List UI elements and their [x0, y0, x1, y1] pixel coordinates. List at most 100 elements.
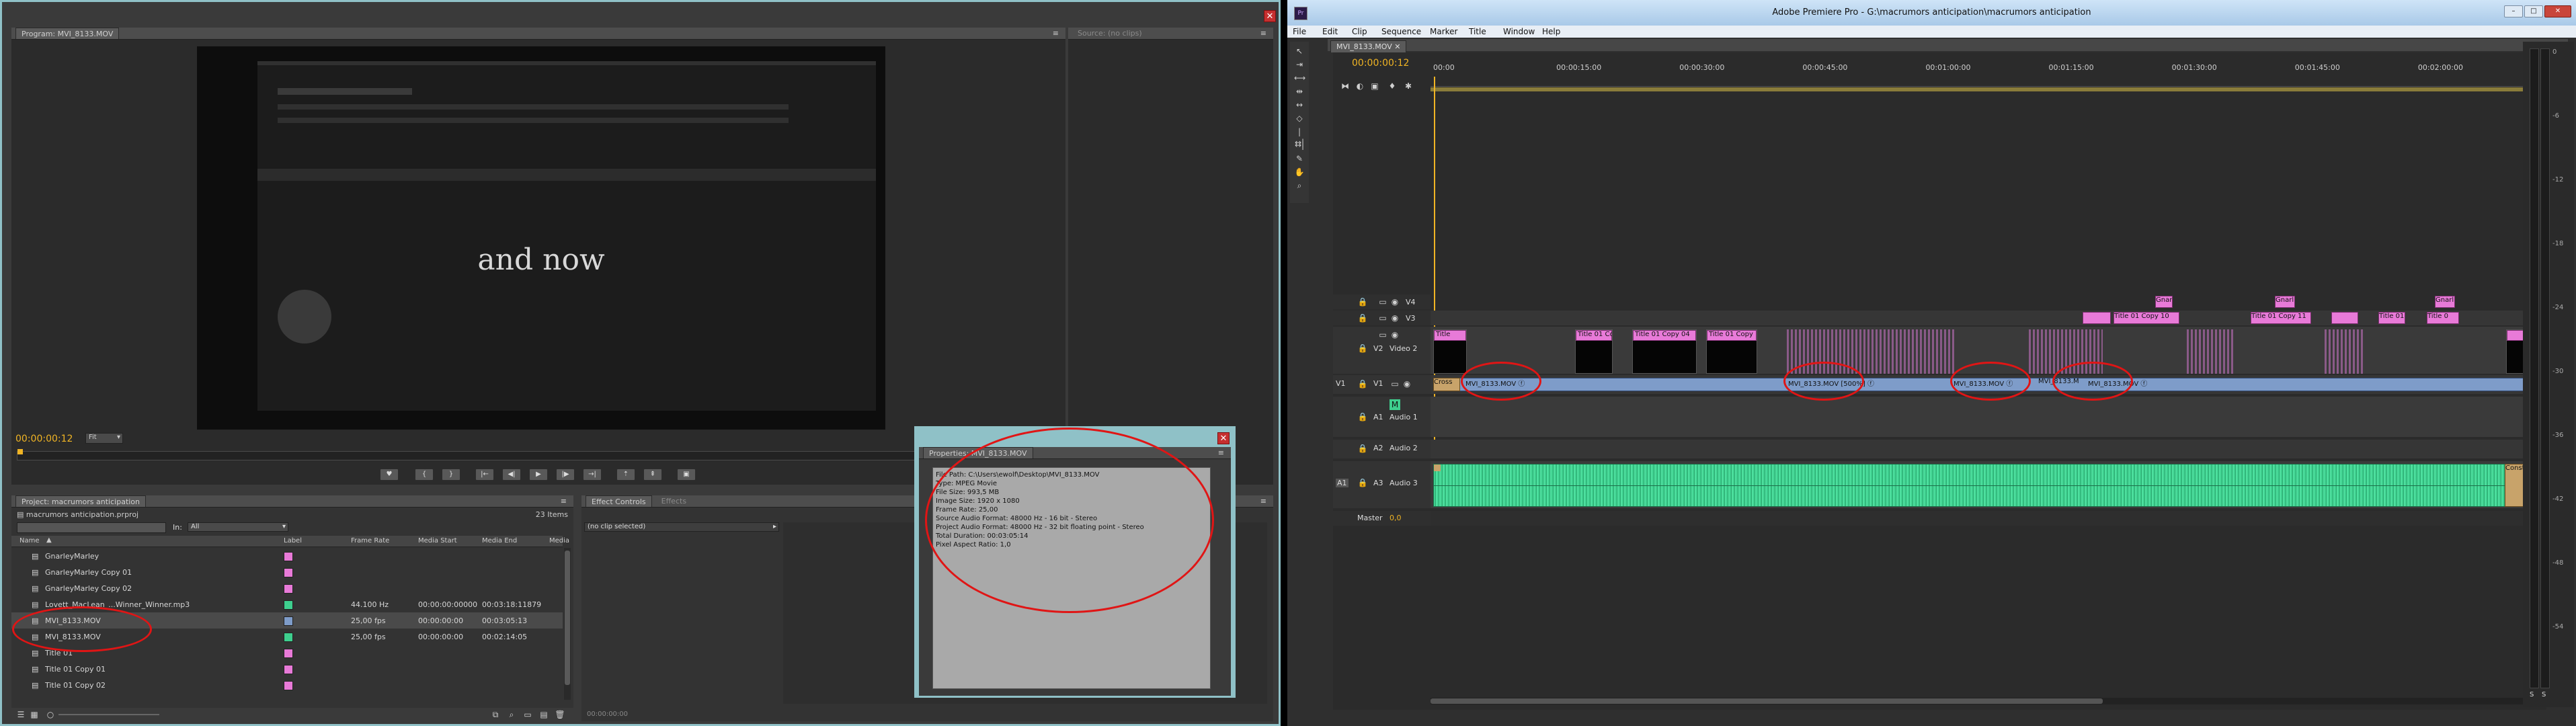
maximize-button[interactable]: □ — [2524, 5, 2543, 17]
play-button[interactable]: ▶ — [529, 469, 548, 481]
zoom-slider[interactable] — [58, 714, 159, 715]
project-row[interactable]: ▤ GnarleyMarley — [11, 548, 563, 564]
menu-item-file[interactable]: File — [1293, 27, 1306, 36]
find-icon[interactable]: ⌕ — [506, 709, 517, 720]
label-swatch[interactable] — [284, 649, 293, 658]
clip-v2-cluster-3[interactable] — [2187, 329, 2234, 374]
automate-icon[interactable]: ⧉ — [490, 709, 501, 720]
add-marker-icon[interactable]: ▣ — [1369, 81, 1380, 91]
clip-v3-title-copy11[interactable]: Title 01 Copy 11 — [2251, 312, 2311, 324]
col-frame-rate[interactable]: Frame Rate — [351, 537, 389, 544]
panel-menu-icon[interactable]: ≡ — [1260, 497, 1266, 506]
lock-icon[interactable]: 🔒 — [1357, 343, 1368, 354]
solo-left-button[interactable]: S — [2530, 691, 2534, 698]
label-swatch[interactable] — [284, 584, 293, 594]
tab-effects[interactable]: Effects — [656, 495, 692, 507]
track-select-tool-icon[interactable]: ⇥ — [1294, 59, 1305, 70]
minimize-button[interactable]: – — [2504, 5, 2523, 17]
sync-icon[interactable]: ▭ — [1377, 329, 1388, 340]
project-scrollbar[interactable] — [564, 548, 571, 700]
close-properties-button[interactable]: ✕ — [1217, 432, 1230, 444]
razor-tool-icon[interactable]: ◇ — [1294, 113, 1305, 124]
project-search-input[interactable] — [17, 522, 166, 533]
selection-tool-icon[interactable]: ↖ — [1294, 46, 1305, 56]
project-row[interactable]: ▤ Title 01 Copy 01 — [11, 661, 563, 677]
menu-item-edit[interactable]: Edit — [1322, 27, 1338, 36]
rate-stretch-tool-icon[interactable]: ↔ — [1294, 99, 1305, 110]
panel-menu-icon[interactable]: ≡ — [1053, 29, 1059, 38]
h-scroll-thumb[interactable] — [1431, 698, 2103, 704]
col-media[interactable]: Media — [549, 537, 569, 544]
sync-icon[interactable]: ▭ — [1377, 296, 1388, 307]
scroll-thumb[interactable] — [565, 551, 570, 685]
tab-program[interactable]: Program: MVI_8133.MOV — [15, 28, 120, 39]
col-media-start[interactable]: Media Start — [418, 537, 457, 544]
tab-source[interactable]: Source: (no clips) — [1072, 28, 1148, 39]
clip-v4-gnarl-2[interactable]: Gnarl — [2275, 296, 2295, 308]
lift-button[interactable]: ⇡ — [616, 469, 635, 481]
clip-v2-title-co[interactable]: Title 01 Co — [1575, 329, 1613, 374]
clip-v2-title-copy[interactable]: Title 01 Copy — [1706, 329, 1757, 374]
clip-v2-cluster-4[interactable] — [2325, 329, 2365, 374]
clip-v2-title[interactable]: Title — [1433, 329, 1467, 374]
clip-v3-title01[interactable]: Title 01 — [2378, 312, 2405, 324]
go-to-in-button[interactable]: |← — [475, 469, 494, 481]
zoom-tool-icon[interactable]: ⌕ — [1294, 180, 1305, 191]
label-swatch[interactable] — [284, 568, 293, 577]
menu-item-marker[interactable]: Marker — [1430, 27, 1457, 36]
mark-out-button[interactable]: } — [442, 469, 460, 481]
mute-icon[interactable]: M — [1390, 399, 1400, 410]
col-name[interactable]: Name — [19, 537, 40, 544]
export-frame-button[interactable]: ▣ — [677, 469, 696, 481]
menu-item-help[interactable]: Help — [1542, 27, 1560, 36]
step-forward-button[interactable]: |▶ — [556, 469, 575, 481]
label-swatch[interactable] — [284, 600, 293, 610]
close-button[interactable]: ✕ — [2544, 5, 2571, 17]
tab-project[interactable]: Project: macrumors anticipation — [15, 495, 147, 507]
settings-wrench-icon[interactable]: ✱ — [1403, 81, 1414, 91]
tab-sequence[interactable]: MVI_8133.MOV ✕ — [1330, 40, 1407, 52]
close-window-button[interactable]: ✕ — [1264, 10, 1276, 22]
marker-icon[interactable]: ♦ — [1387, 81, 1398, 91]
label-swatch[interactable] — [284, 633, 293, 642]
new-item-icon[interactable]: ▤ — [538, 709, 549, 720]
master-value[interactable]: 0,0 — [1390, 514, 1402, 522]
lock-icon[interactable]: 🔒 — [1357, 378, 1368, 389]
zoom-select[interactable]: Fit ▾ — [85, 433, 123, 444]
list-view-icon[interactable]: ☰ — [15, 709, 26, 720]
panel-menu-icon[interactable]: ≡ — [1260, 29, 1266, 38]
mark-in-button[interactable]: { — [415, 469, 434, 481]
step-back-button[interactable]: ◀| — [502, 469, 521, 481]
rolling-edit-tool-icon[interactable]: ⇹ — [1294, 86, 1305, 97]
sync-icon[interactable]: ▭ — [1390, 378, 1400, 389]
time-ruler[interactable]: 00:00 00:00:15:00 00:00:30:00 00:00:45:00 00… — [1431, 62, 2538, 87]
project-row[interactable]: ▤ GnarleyMarley Copy 01 — [11, 564, 563, 580]
clip-a3-audio[interactable] — [1433, 464, 2536, 507]
clip-v1-cross[interactable]: Cross — [1433, 378, 1460, 391]
clip-v3-title0[interactable]: Title 0 — [2427, 312, 2459, 324]
lock-icon[interactable]: 🔒 — [1357, 411, 1368, 422]
tab-effect-controls[interactable]: Effect Controls — [586, 495, 652, 507]
project-row[interactable]: ▤ Title 01 Copy 02 — [11, 677, 563, 693]
no-clip-select[interactable]: (no clip selected) ▸ — [584, 522, 779, 532]
clip-v3-small-2[interactable] — [2331, 312, 2358, 324]
clip-v4-gnarl-3[interactable]: Gnarl — [2435, 296, 2455, 308]
solo-right-button[interactable]: S — [2542, 691, 2546, 698]
col-media-end[interactable]: Media End — [482, 537, 517, 544]
work-area-bar[interactable] — [1431, 87, 2538, 91]
menu-item-sequence[interactable]: Sequence — [1381, 27, 1421, 36]
slip-tool-icon[interactable]: |↔| — [1294, 126, 1305, 147]
lock-icon[interactable]: 🔒 — [1357, 477, 1368, 488]
eye-icon[interactable]: ◉ — [1390, 296, 1400, 307]
hand-tool-icon[interactable]: ✋ — [1294, 167, 1305, 177]
label-swatch[interactable] — [284, 665, 293, 674]
timeline-timecode[interactable]: 00:00:00:12 — [1352, 58, 1409, 69]
menu-item-clip[interactable]: Clip — [1352, 27, 1367, 36]
new-bin-icon[interactable]: ▭ — [522, 709, 533, 720]
menu-item-title[interactable]: Title — [1469, 27, 1486, 36]
add-marker-button[interactable]: ♥ — [380, 469, 399, 481]
menu-item-window[interactable]: Window — [1503, 27, 1535, 36]
eye-icon[interactable]: ◉ — [1390, 329, 1400, 340]
zoom-slider-icon[interactable]: ○ — [45, 709, 56, 720]
timeline-h-scrollbar[interactable] — [1431, 698, 2538, 704]
